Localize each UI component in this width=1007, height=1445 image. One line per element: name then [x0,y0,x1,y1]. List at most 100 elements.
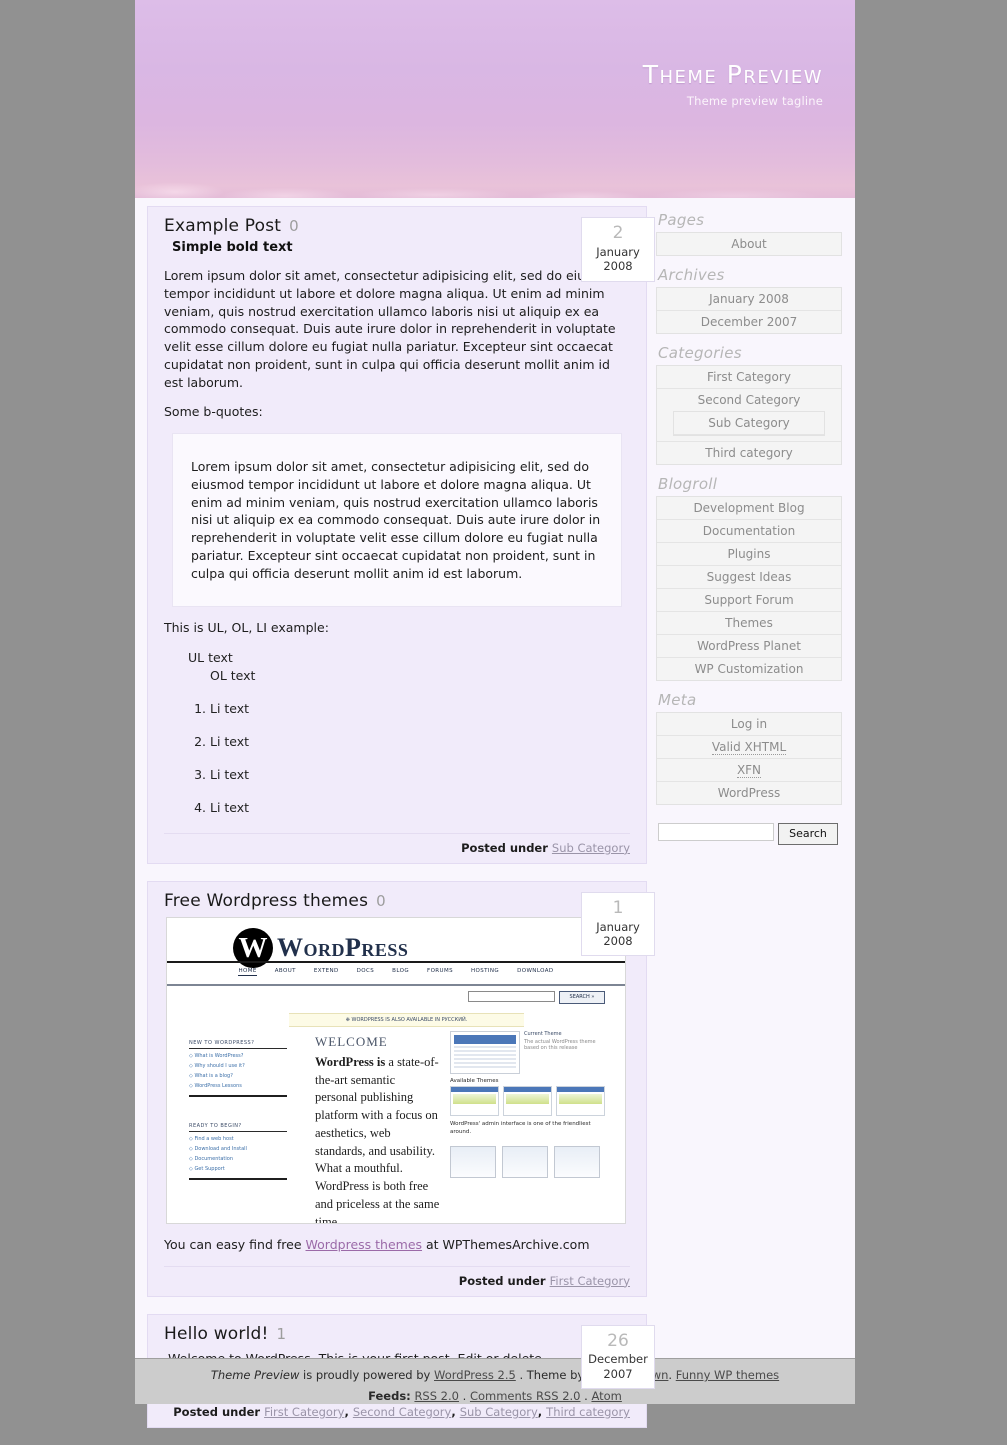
content-wrapper: 2 January 2008 Example Post 0 Simple bold… [135,198,855,1428]
wordpress-nav[interactable]: HOME ABOUT EXTEND DOCS BLOG FORUMS HOSTING DOWN… [167,965,625,981]
ordered-list: Li text Li text Li text Li text [164,701,630,815]
link-what-is-a-blog[interactable]: ◇ What is a blog? [189,1073,287,1079]
sidebar-item-wordpress-planet[interactable]: WordPress Planet [657,635,841,657]
divider [189,1177,287,1180]
sidebar-heading-blogroll: Blogroll [658,475,718,493]
theme-card[interactable] [503,1085,552,1116]
sidebar-list-pages: About [656,232,842,256]
wordpress-homepage-screenshot[interactable]: W WordPress HOME ABOUT EXTEND DOCS BLOG FORUM… [166,916,626,1224]
sidebar-item-second-category[interactable]: Second Category [657,389,841,411]
nav-item-download[interactable]: DOWNLOAD [517,968,553,974]
post-title[interactable]: Example Post 0 [164,216,634,236]
sidebar-item-log-in[interactable]: Log in [657,713,841,735]
sidebar-item-december-2007[interactable]: December 2007 [657,311,841,333]
post-date-day: 1 [612,897,624,918]
sidebar-item-sub-category[interactable]: Sub Category [674,412,824,434]
post-date-badge: 1 January 2008 [581,891,655,957]
post-comment-count[interactable]: 0 [376,892,386,910]
post-category-link[interactable]: First Category [550,1274,630,1288]
sidebar-list-meta: Log in Valid XHTML XFN WordPress [656,712,842,805]
current-theme-note: Current Theme The actual WordPress theme… [524,1030,596,1051]
list-item: Plugins [657,543,841,566]
link-why-use-it[interactable]: ◇ Why should I use it? [189,1063,287,1069]
nav-item-hosting[interactable]: HOSTING [471,968,499,974]
blockquote-text: Lorem ipsum dolor sit amet, consectetur … [191,459,601,581]
theme-card[interactable] [556,1085,605,1116]
sidebar-item-development-blog[interactable]: Development Blog [657,497,841,519]
nav-item-about[interactable]: ABOUT [275,968,296,974]
post-title[interactable]: Hello world! 1 [164,1324,634,1344]
link-download-and-install[interactable]: ◇ Download and Install [189,1146,287,1152]
quote-intro: Some b-quotes: [164,404,263,420]
sidebar-heading-archives: Archives [658,266,725,284]
post-category-link[interactable]: Second Category [353,1405,452,1419]
feed-link-comments-rss[interactable]: Comments RSS 2.0 [470,1389,581,1403]
post-blockquote: Lorem ipsum dolor sit amet, consectetur … [172,433,622,608]
link-what-is-wordpress[interactable]: ◇ What is WordPress? [189,1053,287,1059]
sidebar-item-about[interactable]: About [657,233,841,255]
admin-interface-caption: WordPress' admin interface is one of the… [450,1120,591,1135]
search-input[interactable] [658,823,774,841]
list-intro: This is UL, OL, LI example: [164,620,329,636]
post-title-text[interactable]: Hello world! [164,1324,269,1344]
sidebar-item-themes[interactable]: Themes [657,612,841,634]
sidebar-item-support-forum[interactable]: Support Forum [657,589,841,611]
wordpress-search[interactable]: SEARCH » [468,990,605,1004]
nav-item-docs[interactable]: DOCS [357,968,375,974]
post-comment-count[interactable]: 1 [277,1325,287,1343]
list-item: Support Forum [657,589,841,612]
feeds-label: Feeds: [368,1389,411,1403]
post-free-wordpress-themes: 1 January 2008 Free Wordpress themes 0 W … [147,880,655,1297]
sidebar-item-xfn[interactable]: XFN [657,759,841,781]
post-title[interactable]: Free Wordpress themes 0 [164,891,634,911]
nav-item-extend[interactable]: EXTEND [314,968,339,974]
post-category-link[interactable]: Sub Category [460,1405,538,1419]
search-input[interactable] [468,990,555,1002]
post-title-text[interactable]: Free Wordpress themes [164,891,368,911]
footer-site-name: Theme Preview [210,1368,300,1382]
list-item: About [657,233,841,255]
post-category-link[interactable]: Sub Category [552,841,630,855]
feed-link-rss[interactable]: RSS 2.0 [414,1389,459,1403]
available-themes-row [450,1085,605,1116]
nav-item-forums[interactable]: FORUMS [427,968,453,974]
feed-link-atom[interactable]: Atom [591,1389,621,1403]
post-date-badge: 26 December 2007 [581,1324,655,1390]
feature-tile[interactable] [502,1146,548,1179]
link-wordpress-lessons[interactable]: ◇ WordPress Lessons [189,1083,287,1089]
sidebar-item-third-category[interactable]: Third category [657,442,841,464]
divider [167,960,625,963]
wordpress-themes-link[interactable]: Wordpress themes [306,1237,423,1252]
theme-card[interactable] [450,1085,499,1116]
posted-under-label: Posted under [458,1273,546,1288]
sidebar-item-plugins[interactable]: Plugins [657,543,841,565]
link-get-support[interactable]: ◇ Get Support [189,1166,287,1172]
sidebar-item-first-category[interactable]: First Category [657,366,841,388]
post-comment-count[interactable]: 0 [289,217,299,235]
wordpress-wordmark: WordPress [277,932,409,962]
nav-item-home[interactable]: HOME [238,967,257,976]
post-category-link[interactable]: First Category [264,1405,344,1419]
sidebar-item-wordpress[interactable]: WordPress [657,782,841,804]
search-button[interactable]: SEARCH » [559,990,605,1004]
sidebar-item-documentation[interactable]: Documentation [657,520,841,542]
feature-tile[interactable] [554,1146,600,1179]
link-documentation[interactable]: ◇ Documentation [189,1156,287,1162]
feature-tile[interactable] [450,1146,496,1179]
sidebar-item-valid-xhtml[interactable]: Valid XHTML [657,736,841,758]
language-banner[interactable]: ❉ WORDPRESS IS ALSO AVAILABLE IN РУССКИЙ… [289,1012,524,1027]
posted-under-label: Posted under [173,1405,261,1419]
post-title-text[interactable]: Example Post [164,216,281,236]
funny-wp-themes-link[interactable]: Funny WP themes [676,1368,779,1382]
wordpress-version-link[interactable]: WordPress 2.5 [434,1368,516,1382]
post-meta: Posted under Sub Category [164,832,630,855]
site-title[interactable]: Theme Preview [643,60,823,89]
link-find-a-web-host[interactable]: ◇ Find a web host [189,1136,287,1142]
sidebar-item-january-2008[interactable]: January 2008 [657,288,841,310]
search-button[interactable]: Search [778,823,838,845]
post-category-link[interactable]: Third category [546,1405,630,1419]
sidebar-item-suggest-ideas[interactable]: Suggest Ideas [657,566,841,588]
nav-item-blog[interactable]: BLOG [392,968,409,974]
sidebar-item-wp-customization[interactable]: WP Customization [657,658,841,680]
ready-to-begin-heading: READY TO BEGIN? [189,1123,287,1132]
